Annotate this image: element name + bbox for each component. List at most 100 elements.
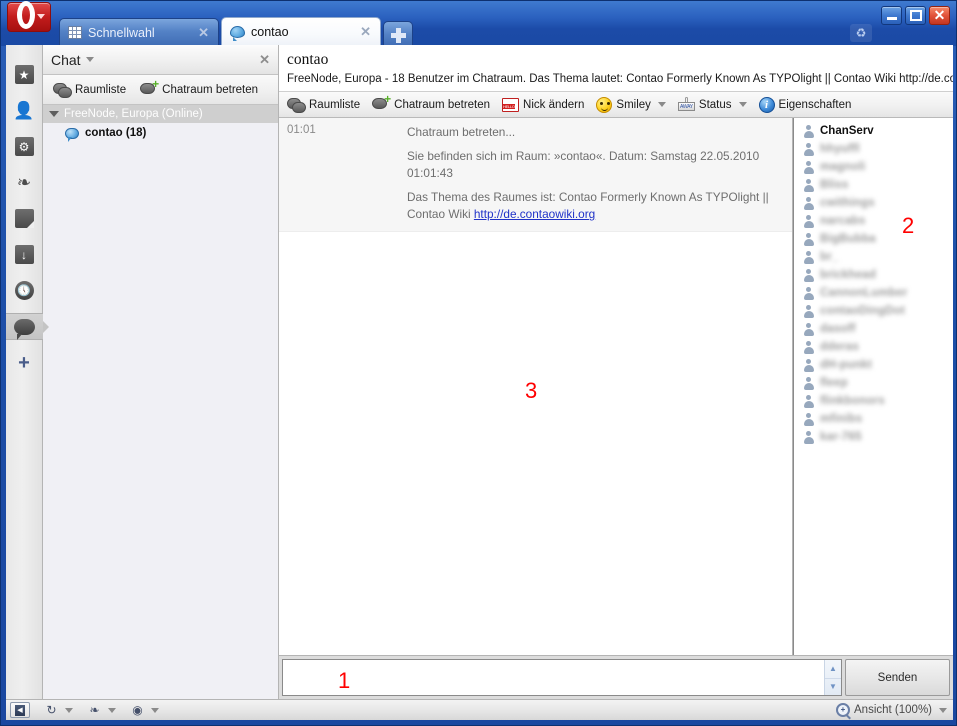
message-input-box[interactable]: 1 ▲ ▼ bbox=[282, 659, 842, 696]
message-line: Chatraum betreten... bbox=[407, 125, 516, 139]
chevron-down-icon[interactable] bbox=[151, 707, 159, 713]
sidebar-item-chat[interactable] bbox=[5, 313, 49, 340]
panel-close-icon[interactable]: ✕ bbox=[259, 52, 270, 68]
message-line: Sie befinden sich im Raum: »contao«. Dat… bbox=[407, 149, 760, 181]
sidebar-item-add-panel[interactable]: + bbox=[10, 349, 39, 376]
person-icon bbox=[803, 268, 814, 282]
feeds-icon: ❧ bbox=[16, 173, 32, 192]
tree-item-room[interactable]: contao (18) bbox=[43, 123, 278, 143]
triangle-down-icon[interactable] bbox=[49, 111, 59, 117]
chevron-down-icon[interactable] bbox=[657, 102, 666, 107]
list-item[interactable]: mfinibs bbox=[794, 410, 953, 428]
list-item[interactable]: contaoDingDot bbox=[794, 302, 953, 320]
chat-log[interactable]: 01:01 Chatraum betreten... Sie befinden … bbox=[279, 118, 793, 655]
chevron-down-icon[interactable] bbox=[85, 57, 94, 62]
chevron-down-icon[interactable] bbox=[65, 707, 73, 713]
button-label: Status bbox=[698, 98, 732, 111]
list-item[interactable]: hhyuffl bbox=[794, 140, 953, 158]
gear-icon: ⚙ bbox=[14, 137, 34, 156]
chat-panel-toolbar: Raumliste + Chatraum betreten bbox=[43, 75, 278, 105]
toolbar-nick-aendern-button[interactable]: HELLO Nick ändern bbox=[502, 97, 584, 112]
person-icon bbox=[803, 142, 814, 156]
list-item[interactable]: flinkbonors bbox=[794, 392, 953, 410]
list-item[interactable]: CannonLumber bbox=[794, 284, 953, 302]
message-input[interactable] bbox=[283, 660, 824, 695]
statusbar-reload-sync[interactable]: ↻ bbox=[44, 703, 73, 717]
tab-label: Schnellwahl bbox=[88, 25, 155, 40]
sidebar-item-notes[interactable] bbox=[10, 205, 39, 232]
user-name: brickhead bbox=[820, 269, 877, 281]
person-icon bbox=[803, 196, 814, 210]
person-icon bbox=[803, 304, 814, 318]
sidebar-item-contacts[interactable]: 👤 bbox=[10, 97, 39, 124]
tree-item-server[interactable]: FreeNode, Europa (Online) bbox=[43, 105, 278, 123]
sidebar-item-feeds[interactable]: ❧ bbox=[10, 169, 39, 196]
list-item[interactable]: Bliss bbox=[794, 176, 953, 194]
new-tab-button[interactable] bbox=[383, 21, 413, 46]
button-label: Chatraum betreten bbox=[394, 98, 491, 111]
list-item[interactable]: BigBubba bbox=[794, 230, 953, 248]
list-item[interactable]: dasoff bbox=[794, 320, 953, 338]
list-item[interactable]: fleep bbox=[794, 374, 953, 392]
globe-proxy-icon: ◉ bbox=[132, 703, 143, 717]
list-item[interactable]: cwithings bbox=[794, 194, 953, 212]
panel-raumliste-button[interactable]: Raumliste bbox=[53, 82, 126, 98]
list-item[interactable]: dderas bbox=[794, 338, 953, 356]
maximize-button[interactable] bbox=[905, 6, 926, 25]
person-icon bbox=[803, 430, 814, 444]
close-icon: ✕ bbox=[933, 7, 946, 23]
room-topic: FreeNode, Europa - 18 Benutzer im Chatra… bbox=[279, 71, 953, 91]
list-item[interactable]: brickhead bbox=[794, 266, 953, 284]
user-name: contaoDingDot bbox=[820, 305, 906, 317]
opera-menu-button[interactable] bbox=[7, 1, 51, 32]
zoom-control[interactable]: + Ansicht (100%) bbox=[836, 703, 947, 717]
close-button[interactable]: ✕ bbox=[929, 6, 950, 25]
chevron-down-icon[interactable] bbox=[108, 707, 116, 713]
panel-toggle-button[interactable]: ◀ bbox=[10, 702, 30, 718]
list-item[interactable]: magnoli bbox=[794, 158, 953, 176]
panel-sidebar: ★ 👤 ⚙ ❧ ↓ 🕔 + bbox=[5, 45, 49, 700]
list-item[interactable]: kar-765 bbox=[794, 428, 953, 446]
tab-schnellwahl[interactable]: Schnellwahl ✕ bbox=[59, 18, 219, 46]
list-item[interactable]: ChanServ bbox=[794, 122, 953, 140]
toolbar-status-button[interactable]: AWAY Status bbox=[677, 97, 747, 112]
sidebar-item-history[interactable]: 🕔 bbox=[10, 277, 39, 304]
sidebar-item-widgets[interactable]: ⚙ bbox=[10, 133, 39, 160]
sidebar-item-bookmarks[interactable]: ★ bbox=[10, 61, 39, 88]
tab-contao[interactable]: contao ✕ bbox=[221, 17, 381, 46]
tab-close-icon[interactable]: ✕ bbox=[357, 24, 374, 40]
toolbar-chatraum-betreten-button[interactable]: + Chatraum betreten bbox=[372, 93, 491, 112]
user-list[interactable]: 2 ChanServ hhyuffl magnoli Bliss cwithin… bbox=[793, 118, 953, 655]
sidebar-item-transfers[interactable]: ↓ bbox=[10, 241, 39, 268]
plus-icon: + bbox=[18, 351, 30, 374]
minimize-button[interactable] bbox=[881, 6, 902, 25]
list-item[interactable]: dH-punkt bbox=[794, 356, 953, 374]
user-name: CannonLumber bbox=[820, 287, 908, 299]
user-name: narcabs bbox=[820, 215, 866, 227]
list-item[interactable]: narcabs bbox=[794, 212, 953, 230]
person-icon bbox=[803, 340, 814, 354]
annotation-2: 2 bbox=[902, 213, 915, 238]
list-item[interactable]: br_ bbox=[794, 248, 953, 266]
chevron-down-icon[interactable] bbox=[939, 707, 947, 713]
trash-recycle-icon[interactable]: ♻ bbox=[850, 24, 872, 42]
spinner-up-icon[interactable]: ▲ bbox=[825, 660, 841, 678]
tab-close-icon[interactable]: ✕ bbox=[195, 25, 212, 41]
toolbar-smiley-button[interactable]: Smiley bbox=[596, 96, 666, 113]
panel-chatraum-betreten-button[interactable]: + Chatraum betreten bbox=[140, 78, 258, 97]
send-button[interactable]: Senden bbox=[845, 659, 950, 696]
topic-link[interactable]: http://de.contaowiki.org bbox=[474, 207, 595, 221]
join-room-icon: + bbox=[372, 93, 391, 112]
input-spinner[interactable]: ▲ ▼ bbox=[824, 660, 841, 695]
person-icon bbox=[803, 286, 814, 300]
spinner-down-icon[interactable]: ▼ bbox=[825, 677, 841, 696]
statusbar-globe[interactable]: ◉ bbox=[130, 703, 159, 717]
toolbar-eigenschaften-button[interactable]: i Eigenschaften bbox=[758, 96, 852, 113]
button-label: Eigenschaften bbox=[778, 98, 852, 111]
bookmark-star-icon: ★ bbox=[14, 65, 34, 84]
chevron-down-icon[interactable] bbox=[738, 102, 747, 107]
person-icon bbox=[803, 232, 814, 246]
statusbar-feeds[interactable]: ❧ bbox=[87, 703, 116, 717]
chat-bubble-icon bbox=[13, 318, 35, 340]
toolbar-raumliste-button[interactable]: Raumliste bbox=[287, 97, 360, 113]
